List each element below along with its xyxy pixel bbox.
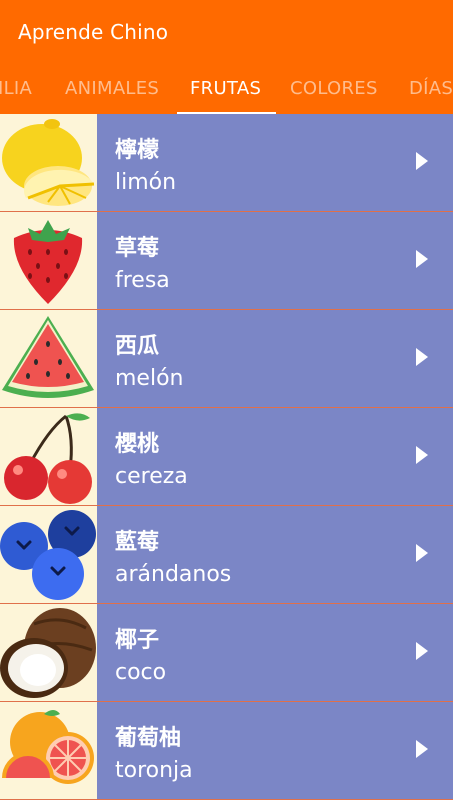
play-icon[interactable] [416,740,428,758]
tab-frutas[interactable]: FRUTAS [190,78,261,99]
tab-colores[interactable]: COLORES [290,78,378,99]
spanish-word: cereza [115,464,188,489]
chinese-word: 檸檬 [115,138,160,163]
list-item[interactable]: 葡萄柚 toronja [0,702,453,800]
tab-familia[interactable]: ILIA [0,78,32,99]
grapefruit-icon [0,702,97,799]
coconut-icon [0,604,97,701]
play-icon[interactable] [416,348,428,366]
chinese-word: 藍莓 [115,530,160,555]
list-item[interactable]: 草莓 fresa [0,212,453,310]
chinese-word: 櫻桃 [115,432,160,457]
chinese-word: 西瓜 [115,334,160,359]
fruit-list: 檸檬 limón 草莓 fresa 西瓜 melón 櫻桃 cereza 藍莓 … [0,114,453,800]
play-icon[interactable] [416,446,428,464]
spanish-word: arándanos [115,562,232,587]
list-item[interactable]: 檸檬 limón [0,114,453,212]
play-icon[interactable] [416,250,428,268]
list-item[interactable]: 櫻桃 cereza [0,408,453,506]
spanish-word: toronja [115,758,193,783]
chinese-word: 草莓 [115,236,160,261]
strawberry-icon [0,212,97,309]
blueberry-icon [0,506,97,603]
list-item[interactable]: 椰子 coco [0,604,453,702]
chinese-word: 椰子 [115,628,160,653]
app-bar: Aprende Chino ILIA ANIMALES FRUTAS COLOR… [0,0,453,114]
watermelon-icon [0,310,97,407]
app-title: Aprende Chino [18,20,169,44]
list-item[interactable]: 西瓜 melón [0,310,453,408]
spanish-word: fresa [115,268,170,293]
play-icon[interactable] [416,642,428,660]
cherry-icon [0,408,97,505]
spanish-word: limón [115,170,177,195]
tab-dias[interactable]: DÍAS [409,78,453,99]
play-icon[interactable] [416,544,428,562]
play-icon[interactable] [416,152,428,170]
tab-bar: ILIA ANIMALES FRUTAS COLORES DÍAS [0,66,453,114]
spanish-word: coco [115,660,167,685]
lemon-icon [0,114,97,211]
spanish-word: melón [115,366,184,391]
tab-animales[interactable]: ANIMALES [65,78,159,99]
chinese-word: 葡萄柚 [115,726,182,751]
list-item[interactable]: 藍莓 arándanos [0,506,453,604]
